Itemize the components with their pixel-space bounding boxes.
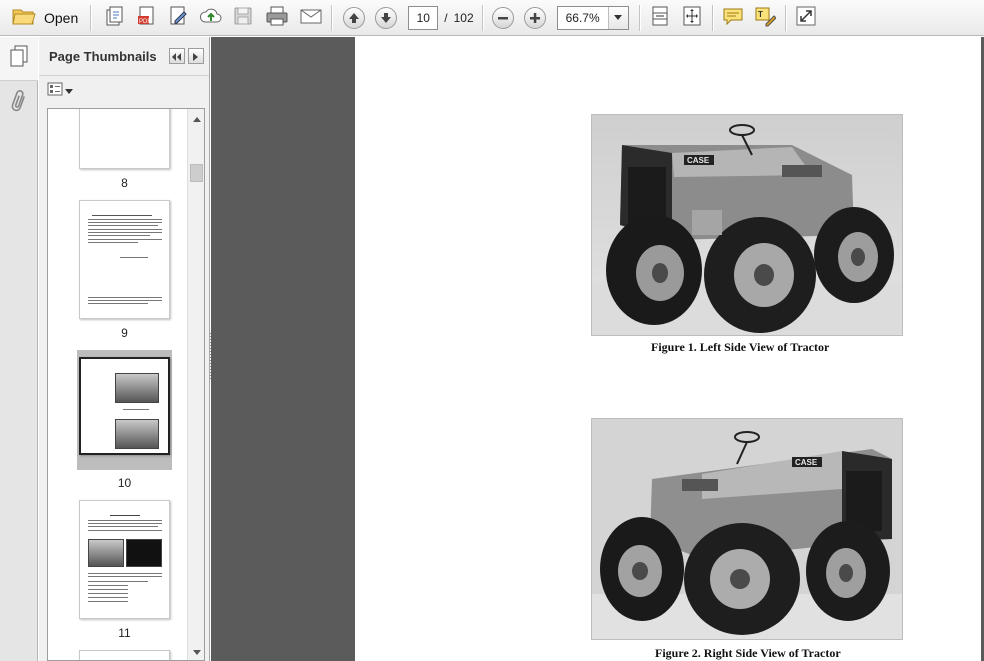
open-button[interactable]: Open xyxy=(6,4,84,32)
chevron-down-icon[interactable] xyxy=(607,6,628,29)
page-thumbnails-tab[interactable] xyxy=(0,37,38,81)
previous-page-button[interactable] xyxy=(340,4,368,32)
thumbnail-label: 10 xyxy=(117,476,132,490)
svg-text:CASE: CASE xyxy=(795,458,818,467)
thumbnail-label: 9 xyxy=(121,326,128,340)
fit-page-button[interactable] xyxy=(678,4,706,32)
save-button[interactable] xyxy=(229,4,257,32)
edit-pdf-icon xyxy=(168,5,190,30)
email-icon xyxy=(299,5,323,30)
total-pages: 102 xyxy=(453,10,474,25)
previous-page-icon xyxy=(343,6,366,29)
comment-button[interactable] xyxy=(719,4,747,32)
thumbnail-figure xyxy=(126,539,162,567)
page-separator: / xyxy=(444,10,448,25)
attachments-tab[interactable] xyxy=(0,81,38,125)
zoom-out-icon xyxy=(491,6,514,29)
page-thumbnails-icon xyxy=(9,45,29,72)
thumbnails-panel: Page Thumbnails 8 9 10 11 xyxy=(39,37,210,661)
scrollbar-thumb[interactable] xyxy=(190,164,203,182)
zoom-in-button[interactable] xyxy=(521,4,549,32)
thumbnail-label: 11 xyxy=(118,626,131,640)
svg-text:T: T xyxy=(758,10,763,19)
fit-width-button[interactable] xyxy=(646,4,674,32)
create-pdf-icon xyxy=(104,5,126,30)
expand-panel-button[interactable] xyxy=(188,48,204,64)
zoom-value: 66.7% xyxy=(565,10,600,25)
current-page-input[interactable]: 10 xyxy=(408,5,439,30)
save-icon xyxy=(232,5,254,30)
options-menu-icon xyxy=(47,82,63,99)
main-toolbar: Open PDF 10 / 102 66.7% T xyxy=(0,0,984,36)
attachments-icon xyxy=(9,89,29,118)
next-page-button[interactable] xyxy=(372,4,400,32)
thumbnail-page-11[interactable] xyxy=(79,500,170,619)
email-button[interactable] xyxy=(297,4,325,32)
zoom-select[interactable]: 66.7% xyxy=(556,5,629,30)
highlight-icon: T xyxy=(754,5,777,30)
open-folder-icon xyxy=(12,6,36,29)
chevron-up-icon xyxy=(192,111,201,125)
print-button[interactable] xyxy=(263,4,291,32)
next-page-icon xyxy=(375,6,398,29)
scroll-down-button[interactable] xyxy=(188,643,204,660)
fit-page-icon xyxy=(681,5,703,30)
figure-2-photo: CASE xyxy=(591,418,903,640)
create-pdf-button[interactable] xyxy=(101,4,129,32)
highlight-button[interactable]: T xyxy=(751,4,779,32)
svg-text:PDF: PDF xyxy=(139,19,151,25)
toolbar-separator xyxy=(481,4,483,31)
cloud-upload-icon xyxy=(199,5,223,30)
thumbnail-label: 8 xyxy=(121,176,128,190)
svg-text:CASE: CASE xyxy=(687,156,710,165)
tractor-left-side-image: CASE xyxy=(592,115,902,335)
fullscreen-button[interactable] xyxy=(792,4,820,32)
thumbnails-scrollbar[interactable] xyxy=(187,109,204,660)
navigation-rail xyxy=(0,37,38,661)
zoom-out-button[interactable] xyxy=(489,4,517,32)
thumbnail-page-12[interactable] xyxy=(79,650,170,660)
double-chevron-left-icon xyxy=(172,49,182,64)
figure-1-caption: Figure 1. Left Side View of Tractor xyxy=(651,340,830,354)
chevron-down-icon xyxy=(65,84,73,98)
toolbar-separator xyxy=(711,4,713,31)
toolbar-separator xyxy=(784,4,786,31)
export-pdf-icon: PDF xyxy=(136,5,158,30)
zoom-in-icon xyxy=(523,6,546,29)
thumbnail-page-10[interactable] xyxy=(79,357,170,455)
cloud-upload-button[interactable] xyxy=(197,4,225,32)
thumbnail-page-8[interactable] xyxy=(79,109,170,169)
export-pdf-button[interactable]: PDF xyxy=(133,4,161,32)
figure-2-caption: Figure 2. Right Side View of Tractor xyxy=(655,646,841,660)
chevron-right-icon xyxy=(193,49,199,64)
figure-1-photo: CASE xyxy=(591,114,903,336)
toolbar-separator xyxy=(638,4,640,31)
thumbnails-list[interactable]: 8 9 10 11 xyxy=(47,108,205,661)
toolbar-separator xyxy=(90,4,92,31)
collapse-panel-button[interactable] xyxy=(169,48,185,64)
scroll-up-button[interactable] xyxy=(188,109,204,126)
tractor-right-side-image: CASE xyxy=(592,419,902,639)
edit-pdf-button[interactable] xyxy=(165,4,193,32)
print-icon xyxy=(265,5,289,30)
thumbnail-figure xyxy=(115,373,159,403)
panel-title: Page Thumbnails xyxy=(49,48,157,64)
toolbar-separator xyxy=(331,4,333,31)
thumbnail-options-button[interactable] xyxy=(39,75,209,105)
thumbnails-panel-header: Page Thumbnails xyxy=(39,37,209,75)
comment-icon xyxy=(722,5,744,30)
thumbnail-figure xyxy=(115,419,159,449)
fullscreen-icon xyxy=(795,5,817,30)
pdf-page: CASE Figure 1. Left Side View of Tractor xyxy=(355,37,981,661)
chevron-down-icon xyxy=(192,645,201,659)
fit-width-icon xyxy=(649,5,671,30)
open-button-label: Open xyxy=(44,9,79,26)
document-view[interactable]: CASE Figure 1. Left Side View of Tractor xyxy=(211,37,984,661)
thumbnail-figure xyxy=(88,539,124,567)
thumbnail-page-9[interactable] xyxy=(79,200,170,319)
